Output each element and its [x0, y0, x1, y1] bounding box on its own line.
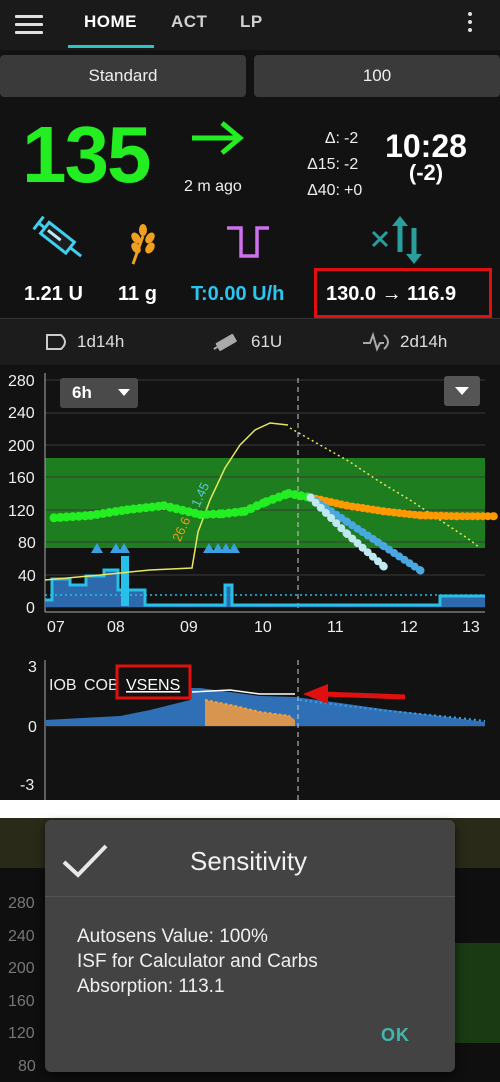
reservoir-level: 61U [251, 332, 283, 351]
graph-options-dropdown[interactable] [444, 376, 480, 406]
y-tick: 80 [18, 535, 36, 552]
chevron-down-icon [455, 387, 469, 395]
delta-value: -2 [344, 130, 359, 147]
menu-icon[interactable] [15, 11, 43, 35]
reservoir-icon [213, 333, 237, 351]
syringe-icon[interactable] [30, 215, 90, 267]
active-tab-indicator [68, 45, 154, 48]
x-tick: 12 [400, 619, 418, 636]
y-tick: 280 [8, 373, 35, 390]
checkmark-icon [62, 844, 108, 878]
range-selector[interactable]: 6h [60, 378, 138, 408]
main-screen: HOME ACT LP Standard 100 135 2 m ago Δ: … [0, 0, 500, 800]
screenshot-divider [0, 800, 500, 818]
dimmed-y-ticks: 280 240 200 160 120 80 [0, 888, 45, 1082]
arrow-right-icon [192, 121, 244, 155]
y-tick: 280 [8, 895, 35, 912]
bg-age: 2 m ago [184, 178, 242, 195]
prediction-point [489, 512, 498, 521]
sensor-age: 2d14h [400, 332, 448, 351]
x-tick: 13 [462, 619, 480, 636]
legend-cob: COB [84, 677, 119, 694]
red-arrow-shaft [321, 691, 406, 700]
autosens-icon[interactable] [370, 214, 432, 266]
delta40-label: Δ40: [307, 182, 340, 199]
y-tick: -3 [20, 777, 34, 794]
temp-basal-icon[interactable] [225, 222, 271, 260]
y-tick: 120 [8, 1025, 35, 1042]
absorption-text: Absorption: 113.1 [77, 976, 225, 997]
autosens-highlight-box [314, 268, 492, 318]
delta15-value: -2 [344, 156, 359, 173]
profile-button[interactable]: Standard [0, 55, 246, 97]
y-tick: 80 [18, 1057, 36, 1075]
chevron-down-icon [118, 389, 130, 396]
legend-vsens: VSENS [126, 677, 180, 694]
y-tick: 0 [26, 600, 35, 617]
status-row: 1d14h 61U 2d14h [0, 318, 500, 366]
overflow-menu-icon[interactable] [466, 12, 474, 36]
y-tick: 200 [8, 960, 35, 977]
legend-iob: IOB [49, 677, 77, 694]
cannula-icon [46, 334, 66, 350]
x-tick: 08 [107, 619, 125, 636]
tab-lp[interactable]: LP [240, 12, 263, 32]
clock-time: 10:28 [385, 128, 467, 164]
y-tick: 160 [8, 992, 35, 1010]
isf-text: ISF for Calculator and Carbs [77, 951, 318, 972]
autosens-text: Autosens Value: 100% [77, 926, 268, 947]
ok-button[interactable]: OK [381, 1025, 410, 1046]
y-tick: 0 [28, 719, 37, 736]
bolus-bar [121, 556, 129, 606]
range-label: 6h [72, 383, 92, 402]
delta-values: -2 -2 +0 [344, 126, 362, 204]
tab-home[interactable]: HOME [84, 12, 137, 32]
prediction-point [379, 562, 388, 571]
bg-value[interactable]: 135 [22, 110, 151, 200]
x-tick-labels: 07 08 09 10 11 12 13 [47, 619, 480, 636]
tab-act[interactable]: ACT [171, 12, 207, 32]
sensor-icon [363, 331, 389, 352]
percentage-button[interactable]: 100 [254, 55, 500, 97]
delta15-label: Δ15: [307, 156, 340, 173]
delta-labels: Δ: Δ15: Δ40: [278, 126, 340, 204]
iob-cob-graph[interactable]: 3 0 -3 IOB COB VSENS [0, 652, 500, 800]
sensitivity-dialog: Sensitivity Autosens Value: 100% ISF for… [45, 820, 455, 1072]
y-tick: 240 [8, 927, 35, 945]
x-tick: 07 [47, 619, 65, 636]
delta-label: Δ: [324, 130, 340, 147]
prediction-point [416, 566, 425, 575]
temp-basal-value[interactable]: T:0.00 U/h [191, 283, 284, 306]
y-tick: 240 [8, 405, 35, 422]
y-tick: 40 [18, 568, 36, 585]
x-tick: 09 [180, 619, 198, 636]
dialog-title: Sensitivity [190, 846, 308, 876]
cannula-age: 1d14h [77, 332, 125, 351]
x-tick: 11 [327, 619, 344, 636]
delta40-value: +0 [344, 182, 363, 199]
dialog-divider [45, 896, 455, 897]
top-bar: HOME ACT LP [0, 0, 500, 50]
y-tick: 3 [28, 659, 37, 676]
cob-value[interactable]: 11 g [118, 283, 157, 306]
y-tick: 120 [8, 503, 35, 520]
y-tick: 160 [8, 470, 35, 487]
iob-value[interactable]: 1.21 U [24, 283, 83, 306]
wheat-icon[interactable] [123, 222, 163, 266]
clock-diff: (-2) [408, 160, 444, 185]
y-tick: 200 [8, 438, 35, 455]
x-tick: 10 [254, 619, 272, 636]
